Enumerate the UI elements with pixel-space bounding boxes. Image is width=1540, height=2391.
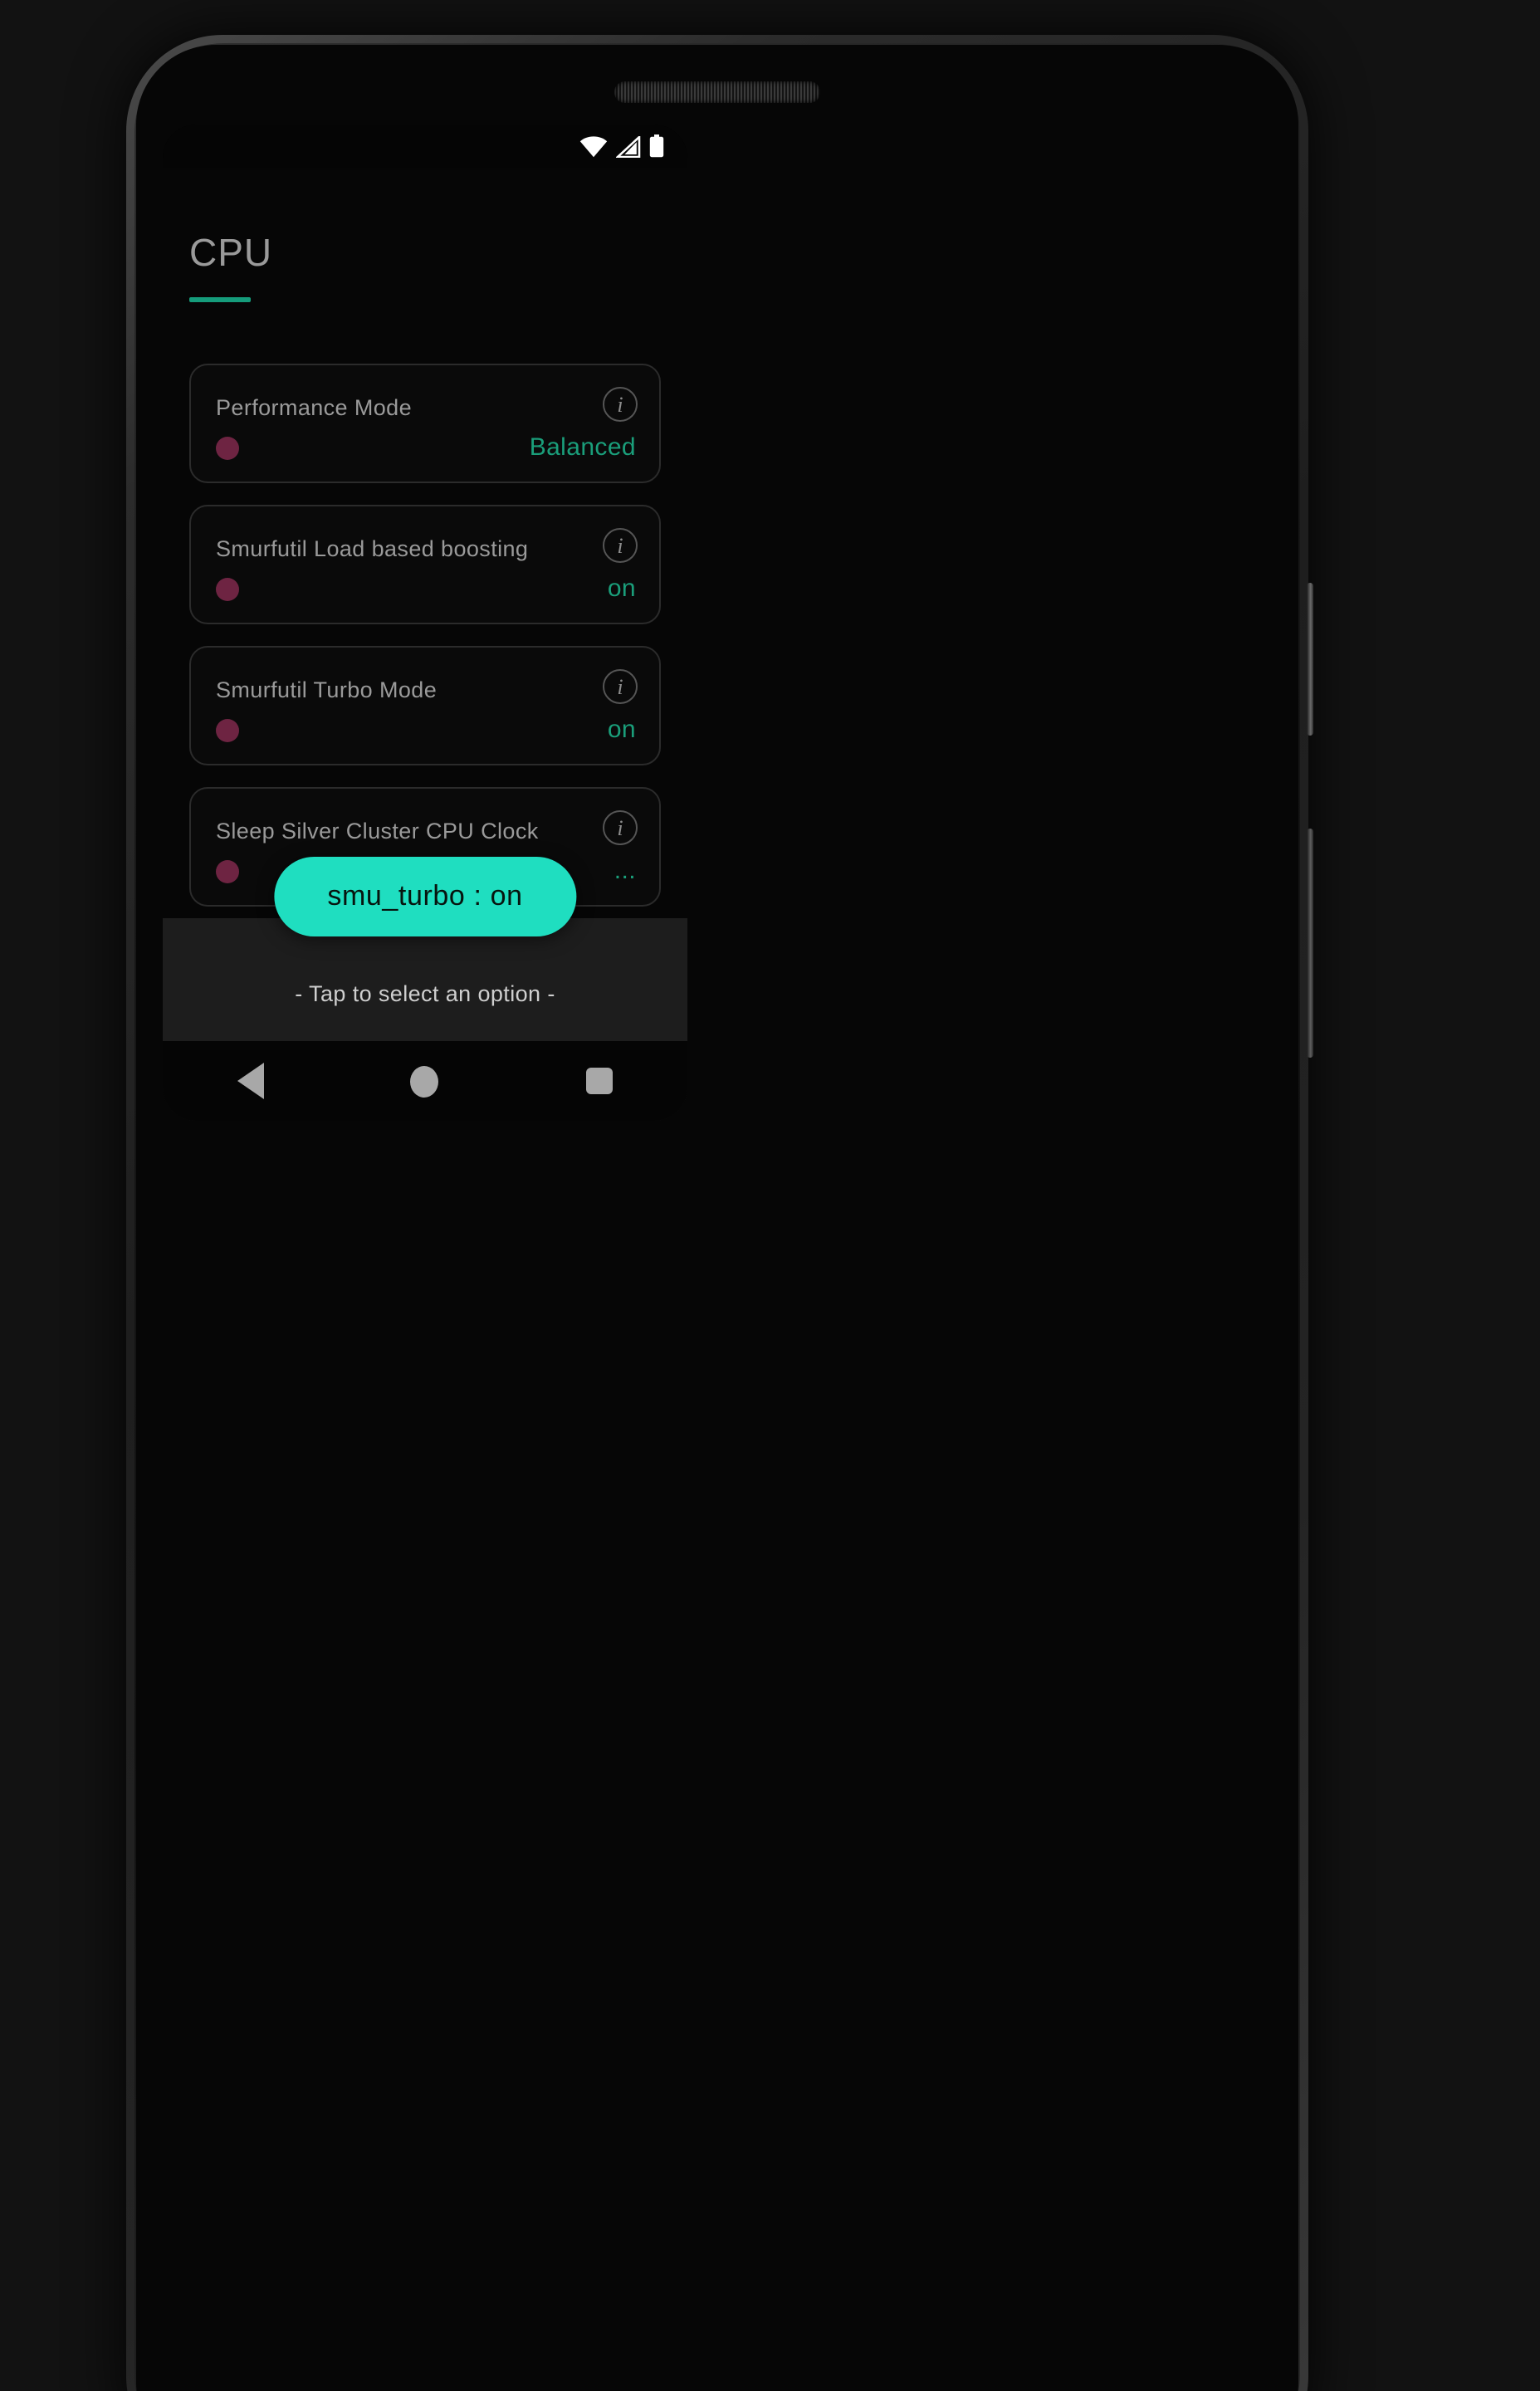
info-icon[interactable]: i xyxy=(603,810,638,845)
setting-card-smurfutil-turbo-mode[interactable]: Smurfutil Turbo Mode i on xyxy=(189,646,661,765)
phone-bezel: CPU Performance Mode i Balanced Smurfuti… xyxy=(136,45,1298,2391)
setting-value[interactable]: on xyxy=(608,716,636,744)
earpiece-speaker-grille xyxy=(614,81,820,103)
settings-card-list: Performance Mode i Balanced Smurfutil Lo… xyxy=(189,364,661,928)
setting-value[interactable]: on xyxy=(608,575,636,603)
setting-card-smurfutil-load-based-boosting[interactable]: Smurfutil Load based boosting i on xyxy=(189,505,661,624)
status-dot xyxy=(216,577,239,600)
recents-icon xyxy=(586,1068,614,1094)
home-button[interactable] xyxy=(372,1041,478,1121)
android-status-bar xyxy=(163,125,687,168)
page-title-underline xyxy=(189,297,251,302)
setting-title: Smurfutil Turbo Mode xyxy=(216,677,438,702)
recents-button[interactable] xyxy=(547,1041,653,1121)
wifi-icon xyxy=(579,135,608,157)
info-icon[interactable]: i xyxy=(603,387,638,422)
setting-title: Sleep Silver Cluster CPU Clock xyxy=(216,819,539,843)
setting-card-footer: Balanced xyxy=(216,433,636,462)
volume-rocker-button[interactable] xyxy=(1307,829,1313,1058)
android-navigation-bar xyxy=(163,1041,687,1121)
setting-value[interactable]: Balanced xyxy=(530,433,636,462)
page-title: CPU xyxy=(189,231,273,274)
setting-title: Smurfutil Load based boosting xyxy=(216,536,529,561)
setting-value[interactable]: ... xyxy=(614,857,636,885)
status-dot xyxy=(216,436,239,459)
back-button[interactable] xyxy=(197,1041,303,1121)
phone-device-frame: CPU Performance Mode i Balanced Smurfuti… xyxy=(126,35,1313,2391)
setting-card-footer: on xyxy=(216,575,636,603)
setting-card-footer: on xyxy=(216,716,636,744)
sheet-hint-text: - Tap to select an option - xyxy=(295,981,555,1006)
cellular-signal-icon xyxy=(616,135,641,157)
setting-title: Performance Mode xyxy=(216,395,413,420)
sheet-title-pill[interactable]: smu_turbo : on xyxy=(274,857,576,936)
status-dot xyxy=(216,718,239,741)
power-button[interactable] xyxy=(1307,583,1313,736)
status-dot xyxy=(216,859,239,883)
home-icon xyxy=(410,1065,439,1097)
app-content: CPU Performance Mode i Balanced Smurfuti… xyxy=(163,168,687,1121)
setting-card-performance-mode[interactable]: Performance Mode i Balanced xyxy=(189,364,661,483)
back-icon xyxy=(237,1063,264,1099)
phone-screen: CPU Performance Mode i Balanced Smurfuti… xyxy=(163,125,687,1121)
battery-icon xyxy=(649,134,664,158)
screenshot-root: CPU Performance Mode i Balanced Smurfuti… xyxy=(0,0,1540,2391)
info-icon[interactable]: i xyxy=(603,669,638,704)
info-icon[interactable]: i xyxy=(603,528,638,563)
